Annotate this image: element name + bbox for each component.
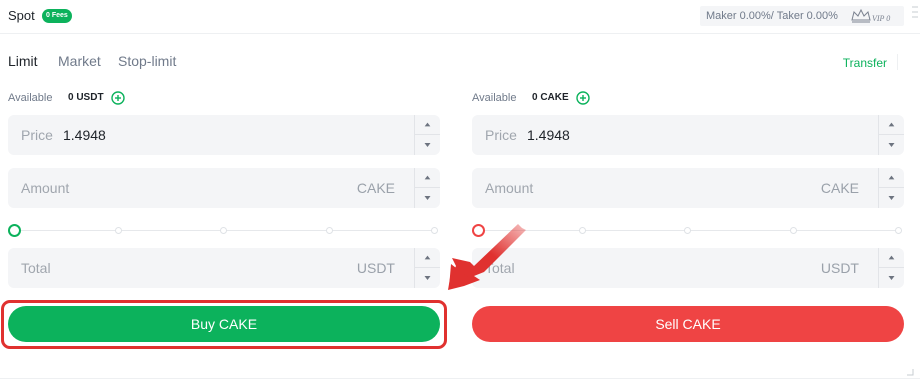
available-label: Available: [8, 92, 53, 104]
decrement-arrow-icon[interactable]: [879, 268, 904, 288]
slider-track: [18, 230, 436, 231]
increment-arrow-icon[interactable]: [415, 168, 440, 188]
price-stepper: [414, 115, 440, 155]
sell-panel: Available 0 CAKE Price 1.4948 Amount CAK…: [472, 0, 904, 382]
add-funds-icon[interactable]: [111, 91, 125, 105]
decrement-arrow-icon[interactable]: [879, 188, 904, 208]
price-label: Price: [485, 127, 517, 143]
sell-button[interactable]: Sell CAKE: [472, 306, 904, 342]
available-label: Available: [472, 92, 517, 104]
slider-mark-75[interactable]: [326, 227, 333, 234]
buy-percent-slider[interactable]: [8, 222, 440, 240]
add-funds-icon[interactable]: [576, 91, 590, 105]
decrement-arrow-icon[interactable]: [415, 135, 440, 155]
slider-handle[interactable]: [8, 224, 21, 237]
sell-amount-field[interactable]: Amount CAKE: [472, 168, 904, 208]
sell-percent-slider[interactable]: [472, 222, 904, 240]
available-balance: 0 CAKE: [532, 92, 569, 103]
price-stepper: [878, 115, 904, 155]
increment-arrow-icon[interactable]: [415, 115, 440, 135]
amount-stepper: [414, 168, 440, 208]
price-value[interactable]: 1.4948: [63, 127, 106, 143]
slider-track: [482, 230, 900, 231]
increment-arrow-icon[interactable]: [879, 168, 904, 188]
decrement-arrow-icon[interactable]: [879, 135, 904, 155]
slider-mark-75[interactable]: [790, 227, 797, 234]
price-label: Price: [21, 127, 53, 143]
panel-bottom-border: [0, 378, 920, 379]
increment-arrow-icon[interactable]: [879, 115, 904, 135]
buy-total-field[interactable]: Total USDT: [8, 248, 440, 288]
sell-price-field[interactable]: Price 1.4948: [472, 115, 904, 155]
sell-total-field[interactable]: Total USDT: [472, 248, 904, 288]
amount-stepper: [878, 168, 904, 208]
amount-placeholder: Amount: [21, 180, 70, 196]
increment-arrow-icon[interactable]: [879, 248, 904, 268]
amount-unit: CAKE: [820, 180, 859, 196]
more-menu-icon[interactable]: [912, 4, 918, 20]
slider-mark-25[interactable]: [579, 227, 586, 234]
amount-placeholder: Amount: [485, 180, 534, 196]
total-unit: USDT: [356, 260, 395, 276]
price-value[interactable]: 1.4948: [527, 127, 570, 143]
slider-mark-50[interactable]: [684, 227, 691, 234]
amount-unit: CAKE: [356, 180, 395, 196]
total-unit: USDT: [820, 260, 859, 276]
decrement-arrow-icon[interactable]: [415, 188, 440, 208]
annotation-arrow-icon: [448, 224, 526, 290]
slider-mark-100[interactable]: [895, 227, 902, 234]
total-stepper: [878, 248, 904, 288]
buy-price-field[interactable]: Price 1.4948: [8, 115, 440, 155]
slider-mark-50[interactable]: [220, 227, 227, 234]
buy-amount-field[interactable]: Amount CAKE: [8, 168, 440, 208]
resize-handle-icon[interactable]: [906, 368, 914, 376]
available-balance: 0 USDT: [68, 92, 104, 103]
slider-mark-25[interactable]: [115, 227, 122, 234]
annotation-highlight-box: [1, 300, 447, 349]
total-placeholder: Total: [21, 260, 51, 276]
